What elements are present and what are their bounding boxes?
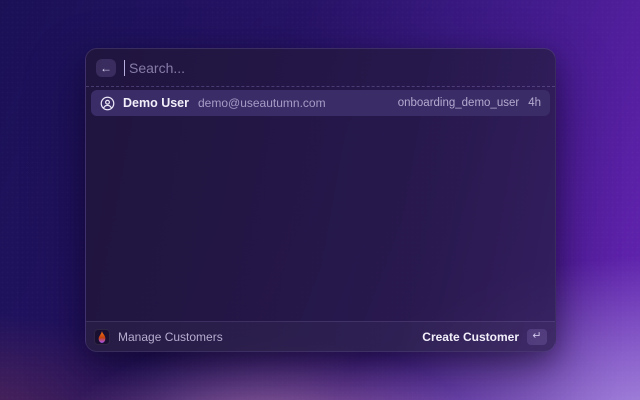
- customer-time-badge: 4h: [528, 97, 541, 109]
- search-bar: ←: [86, 49, 555, 87]
- customer-name: Demo User: [123, 96, 189, 110]
- circle-user-icon: [100, 96, 115, 111]
- customer-email: demo@useautumn.com: [198, 96, 326, 110]
- search-input[interactable]: [129, 59, 545, 76]
- create-customer-button[interactable]: Create Customer ↵: [422, 328, 547, 345]
- manage-customers-label: Manage Customers: [118, 329, 223, 344]
- customer-result-row[interactable]: Demo User demo@useautumn.com onboarding_…: [91, 90, 550, 116]
- palette-footer: Manage Customers Create Customer ↵: [86, 321, 555, 351]
- create-customer-label: Create Customer: [422, 329, 519, 344]
- command-palette: ← Demo User demo@useautumn.com onboardin…: [85, 48, 556, 352]
- autumn-flame-icon: [94, 328, 110, 345]
- desktop-background: { "palette": { "back_glyph": "←", "searc…: [0, 0, 640, 400]
- customer-id-tag: onboarding_demo_user: [397, 97, 520, 109]
- result-list: Demo User demo@useautumn.com onboarding_…: [86, 87, 555, 321]
- back-button[interactable]: ←: [96, 58, 116, 77]
- return-key-icon: ↵: [527, 328, 547, 345]
- back-arrow-icon: ←: [100, 60, 112, 75]
- text-cursor: [124, 59, 125, 76]
